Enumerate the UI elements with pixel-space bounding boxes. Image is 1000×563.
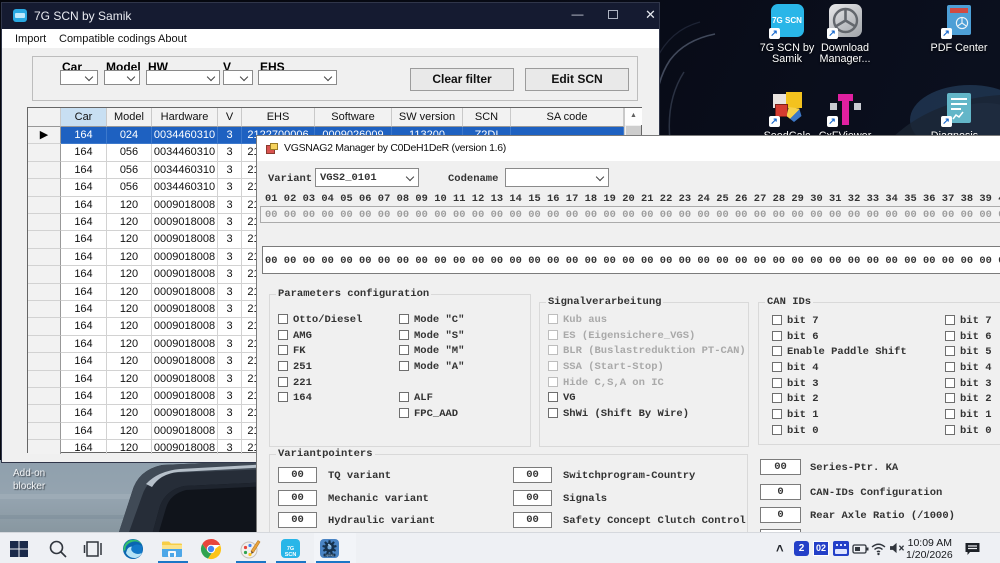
svg-text:vgsnag: vgsnag <box>325 554 334 557</box>
